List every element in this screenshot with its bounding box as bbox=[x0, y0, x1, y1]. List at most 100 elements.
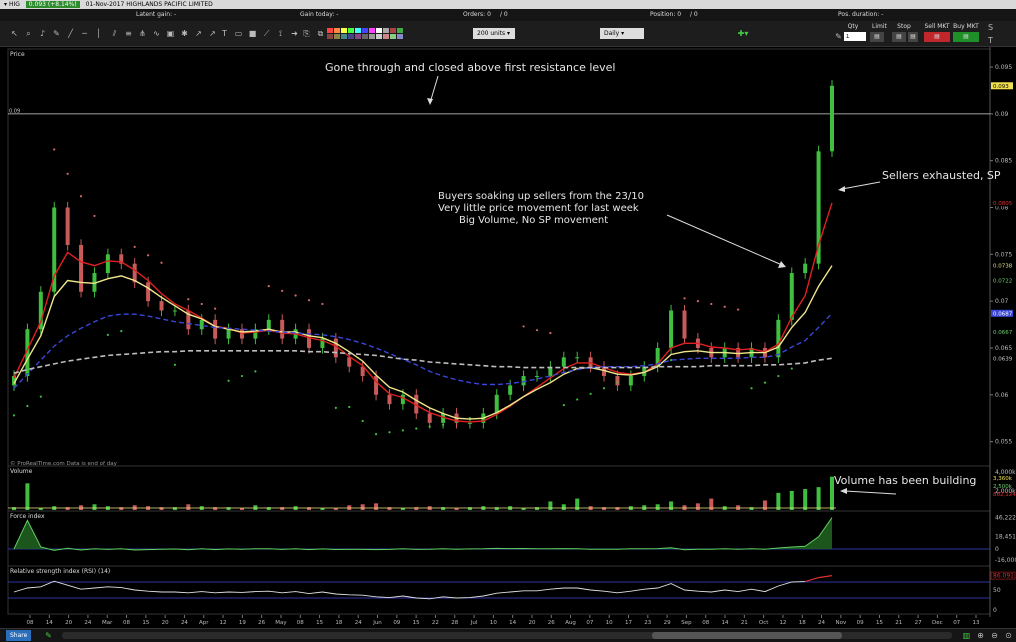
volume-marker-label: 2,500k bbox=[993, 484, 1013, 490]
vertical-line-icon[interactable]: │ bbox=[94, 29, 103, 38]
alert-bell-icon[interactable]: ♪ bbox=[38, 29, 47, 38]
sar-down-dot bbox=[307, 299, 311, 302]
x-tick-label: 07 bbox=[953, 620, 960, 626]
horizontal-scrollbar[interactable] bbox=[62, 632, 952, 639]
fibonacci-icon[interactable]: ≡ bbox=[124, 29, 133, 38]
price-candle bbox=[105, 254, 110, 274]
settings-icon[interactable]: ✱ bbox=[180, 29, 189, 38]
volume-bar bbox=[548, 501, 553, 510]
horizontal-line-icon[interactable]: ─ bbox=[80, 29, 89, 38]
trash-icon[interactable]: ▣ bbox=[166, 29, 175, 38]
price-tick-label: 0.06 bbox=[995, 392, 1009, 399]
x-tick-label: 26 bbox=[548, 620, 555, 626]
color-picker-icon[interactable]: ■ bbox=[248, 29, 257, 38]
x-tick-label: May bbox=[275, 620, 287, 626]
volume-bar bbox=[172, 507, 177, 510]
sar-down-dot bbox=[133, 245, 136, 248]
share-button[interactable]: Share bbox=[6, 630, 32, 641]
price-marker-label: 0.0738 bbox=[993, 264, 1013, 270]
sar-down-dot bbox=[549, 331, 552, 335]
timeframe-value: Daily bbox=[604, 30, 620, 37]
zoom-out-icon[interactable]: ⊖ bbox=[990, 631, 999, 640]
x-tick-label: 14 bbox=[46, 620, 53, 626]
price-candle bbox=[146, 282, 151, 302]
zoom-icon[interactable]: ⌕ bbox=[24, 29, 33, 38]
order-tool-icon[interactable]: ✎ bbox=[834, 32, 843, 41]
panel-t-icon[interactable]: T bbox=[986, 36, 995, 45]
x-tick-label: 20 bbox=[528, 620, 535, 626]
sar-down-dot bbox=[294, 294, 297, 297]
price-candle bbox=[226, 329, 231, 339]
stop-button[interactable]: ▤ bbox=[892, 32, 906, 42]
text-tool-icon[interactable]: T bbox=[220, 29, 229, 38]
draw-icon[interactable]: ✎ bbox=[44, 631, 53, 640]
window-menu-icon[interactable]: ▾ bbox=[4, 1, 7, 8]
limit-button[interactable]: ▤ bbox=[870, 32, 884, 42]
zoom-reset-icon[interactable]: ⊙ bbox=[1004, 631, 1013, 640]
sar-up-dot bbox=[576, 398, 579, 401]
copy-icon[interactable]: ⧉ bbox=[316, 29, 325, 38]
bottom-bar: Share ✎ ▥ ⊕ ⊖ ⊙ bbox=[0, 628, 1016, 642]
annotation-resistance: Gone through and closed above first resi… bbox=[325, 61, 616, 74]
force-tick-label: 18,451 bbox=[995, 533, 1016, 540]
qty-input[interactable] bbox=[844, 32, 866, 41]
volume-marker-label: 862,124 bbox=[993, 492, 1016, 498]
price-marker-label: 0.0805 bbox=[993, 201, 1013, 207]
x-tick-label: 21 bbox=[895, 620, 902, 626]
chevron-down-icon: ▾ bbox=[507, 30, 511, 37]
zoom-in-icon[interactable]: ⊕ bbox=[976, 631, 985, 640]
sell-market-button[interactable]: ▤ bbox=[924, 32, 950, 42]
cursor-icon[interactable]: ↖ bbox=[10, 29, 19, 38]
x-tick-label: 29 bbox=[664, 620, 671, 626]
line-style-icon[interactable]: ⟋ bbox=[262, 29, 271, 38]
chart-type-icon[interactable]: ▥ bbox=[962, 631, 971, 640]
x-tick-label: 10 bbox=[490, 620, 497, 626]
price-marker-label: 0.0667 bbox=[993, 330, 1013, 336]
price-candle bbox=[776, 319, 781, 358]
price-candle bbox=[387, 394, 392, 405]
volume-bar bbox=[695, 503, 700, 510]
chart-area: Price Volume Force index Relative strength … bbox=[0, 47, 1016, 632]
volume-bar bbox=[213, 507, 218, 510]
channel-icon[interactable]: ⫽ bbox=[110, 29, 119, 38]
panel-s-icon[interactable]: S bbox=[986, 23, 995, 32]
x-tick-label: 10 bbox=[606, 620, 613, 626]
price-candle bbox=[803, 263, 808, 274]
sar-down-dot bbox=[321, 302, 324, 306]
arrow-tool-icon[interactable]: ↗ bbox=[194, 29, 203, 38]
color-palette[interactable] bbox=[327, 28, 409, 40]
sar-down-dot bbox=[522, 325, 525, 328]
sar-up-dot bbox=[39, 395, 42, 398]
position-tail: / 0 bbox=[690, 11, 698, 18]
wave-icon[interactable]: ∿ bbox=[152, 29, 161, 38]
pencil-icon[interactable]: ✎ bbox=[52, 29, 61, 38]
ray-icon[interactable]: ↗ bbox=[208, 29, 217, 38]
price-panel bbox=[7, 48, 991, 470]
rectangle-icon[interactable]: ▭ bbox=[234, 29, 243, 38]
volume-bar bbox=[467, 507, 472, 510]
sar-down-dot bbox=[79, 195, 83, 198]
stop-alt-button[interactable]: ▤ bbox=[908, 32, 918, 42]
price-candle bbox=[467, 422, 472, 424]
measure-icon[interactable]: ⟟ bbox=[276, 29, 285, 38]
force-tick-label: -16,000 bbox=[995, 557, 1016, 564]
units-value: 200 units bbox=[477, 30, 506, 37]
fan-icon[interactable]: ⋔ bbox=[138, 29, 147, 38]
volume-bar bbox=[65, 507, 70, 510]
template-icon[interactable]: ⎘ bbox=[302, 29, 311, 38]
price-candle bbox=[400, 394, 405, 405]
units-select[interactable]: 200 units ▾ bbox=[473, 28, 515, 39]
volume-bar bbox=[360, 504, 365, 510]
price-candle bbox=[159, 301, 164, 311]
scrollbar-thumb[interactable] bbox=[652, 632, 842, 639]
trendline-icon[interactable]: ╱ bbox=[66, 29, 75, 38]
x-tick-label: Jul bbox=[470, 620, 478, 626]
add-indicator-icon[interactable]: ✚▾ bbox=[733, 29, 753, 38]
chart-svg[interactable]: Price Volume Force index Relative strength … bbox=[0, 47, 1016, 632]
volume-bar bbox=[615, 507, 620, 510]
next-arrow-icon[interactable]: ➜ bbox=[290, 29, 299, 38]
buy-market-button[interactable]: ▤ bbox=[953, 32, 979, 42]
timeframe-select[interactable]: Daily ▾ bbox=[600, 28, 644, 39]
volume-bar bbox=[92, 504, 97, 510]
sar-up-dot bbox=[240, 374, 244, 378]
